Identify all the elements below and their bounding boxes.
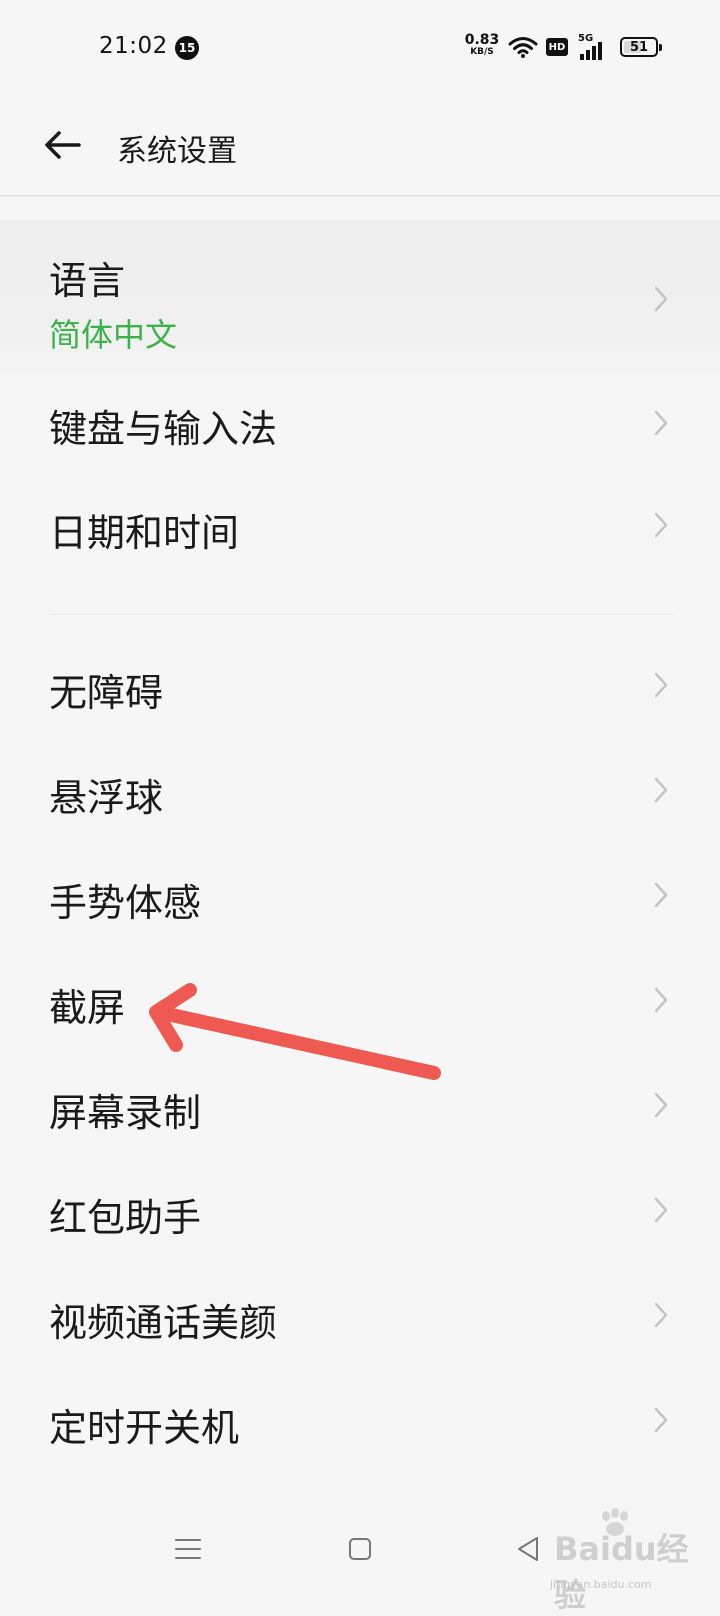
battery-tip [659, 44, 662, 51]
wifi-icon [508, 36, 538, 62]
chevron-right-icon [654, 1407, 668, 1433]
settings-item-date-time[interactable]: 日期和时间 [0, 490, 720, 580]
settings-item-label: 屏幕录制 [49, 1091, 202, 1135]
chevron-right-icon [654, 512, 668, 538]
settings-item-scheduled-power[interactable]: 定时开关机 [0, 1385, 720, 1475]
recent-apps-button[interactable] [163, 1524, 213, 1574]
settings-item-keyboard[interactable]: 键盘与输入法 [0, 380, 720, 470]
signal-bars-icon [580, 42, 610, 64]
settings-item-label: 无障碍 [49, 671, 164, 715]
settings-item-accessibility[interactable]: 无障碍 [0, 650, 720, 740]
settings-item-label: 视频通话美颜 [49, 1301, 278, 1345]
settings-item-red-packet-assistant[interactable]: 红包助手 [0, 1175, 720, 1265]
chevron-right-icon [654, 777, 668, 803]
network-speed-unit: KB/S [470, 47, 494, 57]
settings-item-language[interactable]: 语言 简体中文 [0, 220, 720, 380]
settings-item-video-call-beauty[interactable]: 视频通话美颜 [0, 1280, 720, 1370]
chevron-right-icon [654, 987, 668, 1013]
chevron-right-icon [654, 1197, 668, 1223]
notification-count-badge: 15 [175, 36, 199, 60]
settings-item-gestures[interactable]: 手势体感 [0, 860, 720, 950]
chevron-right-icon [654, 672, 668, 698]
battery-level: 51 [629, 39, 649, 55]
chevron-right-icon [654, 286, 668, 312]
page-title: 系统设置 [117, 134, 237, 169]
status-time: 21:02 [99, 33, 168, 59]
settings-item-label: 悬浮球 [49, 776, 164, 820]
settings-item-label: 红包助手 [49, 1196, 202, 1240]
settings-item-floating-ball[interactable]: 悬浮球 [0, 755, 720, 845]
chevron-right-icon [654, 882, 668, 908]
chevron-right-icon [654, 1092, 668, 1118]
watermark-url: jingyan.baidu.com [550, 1578, 652, 1591]
network-speed-value: 0.83 [464, 32, 500, 48]
settings-item-label: 手势体感 [49, 881, 202, 925]
menu-lines-icon [175, 1539, 201, 1559]
chevron-right-icon [654, 1302, 668, 1328]
app-header: 系统设置 [0, 95, 720, 196]
status-bar: 21:02 15 0.83 KB/S HD 5G 51 [0, 0, 720, 95]
settings-item-value: 简体中文 [49, 316, 178, 354]
home-square-icon [349, 1538, 371, 1560]
back-button[interactable] [38, 121, 88, 169]
settings-item-label: 日期和时间 [49, 511, 240, 555]
settings-item-label: 定时开关机 [49, 1406, 240, 1450]
home-button[interactable] [335, 1524, 385, 1574]
settings-item-label: 截屏 [49, 986, 126, 1030]
battery-icon: 51 [620, 37, 662, 57]
cellular-signal: 5G [578, 34, 610, 60]
baidu-watermark: Baidu经验 jingyan.baidu.com [548, 1508, 718, 1614]
back-triangle-icon [518, 1537, 538, 1561]
arrow-left-icon [45, 131, 81, 159]
settings-item-screen-recording[interactable]: 屏幕录制 [0, 1070, 720, 1160]
watermark-logo: Baidu经验 [554, 1530, 689, 1614]
settings-item-label: 语言 [49, 259, 126, 303]
nav-back-button[interactable] [503, 1524, 553, 1574]
network-speed: 0.83 KB/S [464, 33, 500, 57]
hd-volte-badge: HD [546, 38, 568, 56]
chevron-right-icon [654, 410, 668, 436]
settings-item-label: 键盘与输入法 [49, 407, 278, 451]
settings-item-screenshot[interactable]: 截屏 [0, 965, 720, 1055]
section-divider [49, 614, 673, 615]
